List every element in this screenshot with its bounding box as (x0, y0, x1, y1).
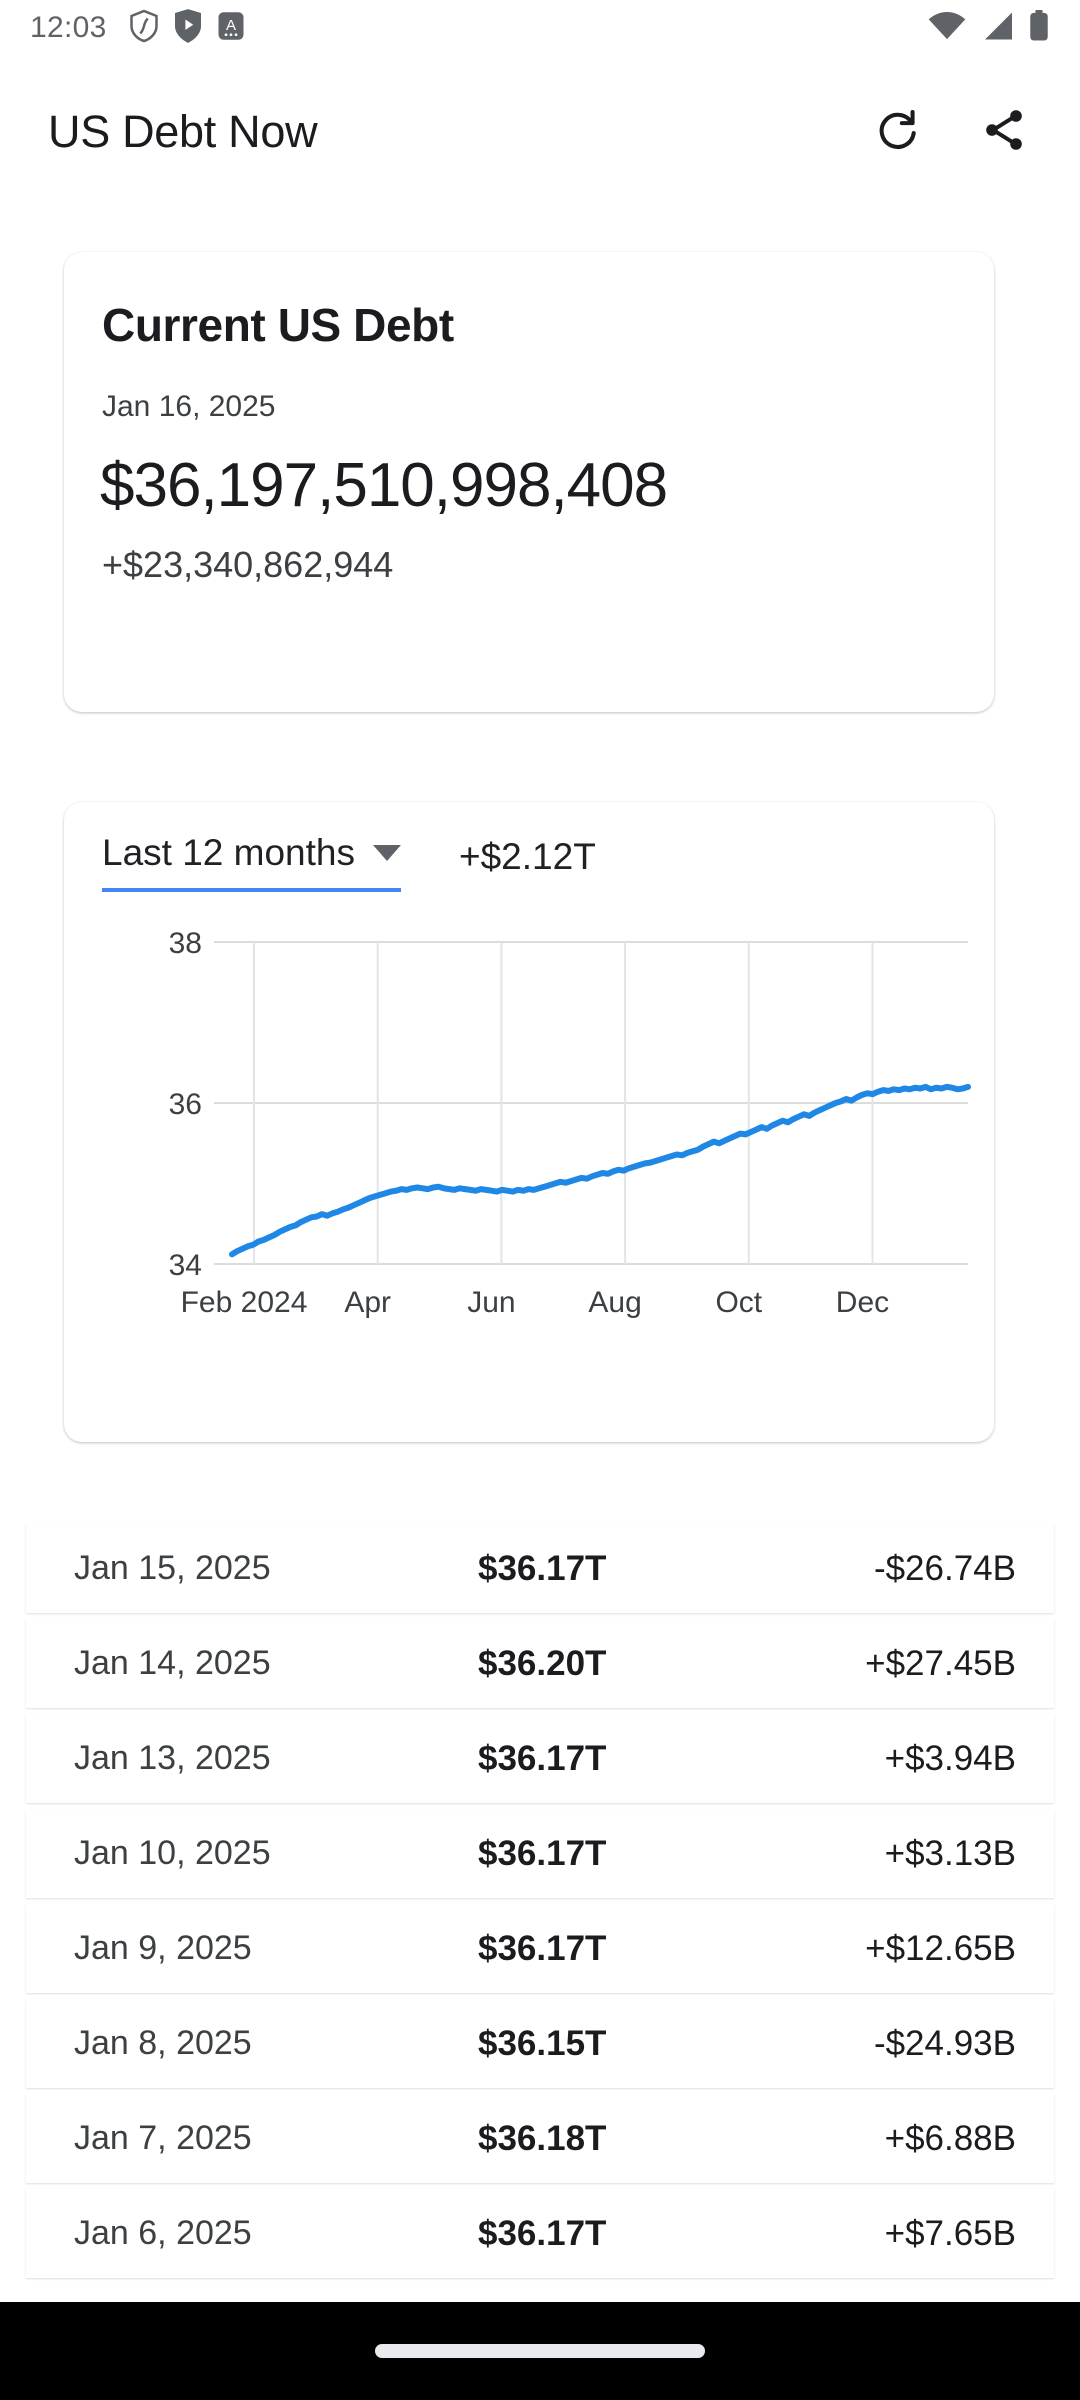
row-daily-change: +$7.65B (884, 2213, 1016, 2253)
row-daily-change: -$24.93B (873, 2023, 1016, 2063)
current-debt-change: +$23,340,862,944 (102, 544, 394, 585)
x-tick-label: Feb 2024 (181, 1286, 308, 1319)
wifi-icon (928, 11, 966, 46)
row-date: Jan 8, 2025 (74, 2024, 252, 2062)
debt-chart-card: Last 12 months +$2.12T 34 36 38 Feb 2024 Apr… (64, 802, 994, 1442)
y-tick-label: 38 (169, 927, 202, 960)
app-bar: US Debt Now (0, 78, 1080, 186)
media-play-icon (174, 8, 201, 48)
x-tick-label: Apr (344, 1286, 391, 1319)
row-debt-value: $36.17T (478, 1548, 607, 1588)
row-date: Jan 10, 2025 (74, 1834, 271, 1872)
status-bar-clock: 12:03 (30, 11, 107, 44)
time-range-label: Last 12 months (102, 832, 355, 873)
share-icon (980, 106, 1028, 159)
y-tick-label: 34 (169, 1249, 202, 1282)
daily-debt-list: Jan 15, 2025 $36.17T -$26.74B Jan 14, 2025 $… (0, 1524, 1080, 2284)
table-row[interactable]: Jan 8, 2025 $36.15T -$24.93B (26, 1999, 1054, 2088)
x-tick-label: Aug (588, 1286, 641, 1319)
table-row[interactable]: Jan 10, 2025 $36.17T +$3.13B (26, 1809, 1054, 1898)
range-delta-value: +$2.12T (459, 836, 596, 877)
status-bar-system-icons (928, 9, 1050, 47)
table-row[interactable]: Jan 6, 2025 $36.17T +$7.65B (26, 2189, 1054, 2278)
table-row[interactable]: Jan 15, 2025 $36.17T -$26.74B (26, 1524, 1054, 1613)
table-row[interactable]: Jan 13, 2025 $36.17T +$3.94B (26, 1714, 1054, 1803)
chevron-down-icon (372, 845, 401, 861)
cellular-signal-icon (980, 11, 1014, 46)
x-tick-label: Jun (467, 1286, 515, 1319)
x-tick-label: Dec (836, 1286, 889, 1319)
row-daily-change: +$12.65B (865, 1928, 1016, 1968)
row-debt-value: $36.15T (478, 2023, 607, 2063)
row-daily-change: +$6.88B (884, 2118, 1016, 2158)
system-navigation-bar (0, 2302, 1080, 2400)
page-title: US Debt Now (48, 106, 318, 157)
row-daily-change: +$3.94B (884, 1738, 1016, 1778)
status-bar-notification-icons: A (129, 8, 245, 48)
time-range-dropdown[interactable]: Last 12 months (102, 832, 401, 892)
row-date: Jan 15, 2025 (74, 1549, 271, 1587)
row-daily-change: -$26.74B (873, 1548, 1016, 1588)
app-screen: 12:03 A US Debt Now Current US Debt Jan … (0, 0, 1080, 2400)
status-bar: 12:03 A (0, 0, 1080, 56)
row-date: Jan 7, 2025 (74, 2119, 252, 2157)
row-debt-value: $36.20T (478, 1643, 607, 1683)
y-tick-label: 36 (169, 1088, 202, 1121)
row-date: Jan 6, 2025 (74, 2214, 252, 2252)
battery-icon (1028, 9, 1050, 47)
row-date: Jan 9, 2025 (74, 1929, 252, 1967)
row-debt-value: $36.17T (478, 2213, 607, 2253)
x-tick-label: Oct (715, 1286, 762, 1319)
chart-series-line (229, 1083, 971, 1258)
table-row[interactable]: Jan 9, 2025 $36.17T +$12.65B (26, 1904, 1054, 1993)
refresh-button[interactable] (870, 104, 926, 160)
shield-icon (129, 9, 159, 48)
debt-line-chart[interactable]: 34 36 38 Feb 2024 Apr Jun Aug Oct Dec (64, 924, 994, 1354)
row-debt-value: $36.17T (478, 1833, 607, 1873)
current-debt-card: Current US Debt Jan 16, 2025 $36,197,510… (64, 252, 994, 712)
svg-text:A: A (226, 16, 236, 33)
app-badge-icon: A (217, 11, 245, 46)
current-debt-amount: $36,197,510,998,408 (100, 451, 668, 520)
home-indicator[interactable] (375, 2344, 705, 2358)
row-date: Jan 14, 2025 (74, 1644, 271, 1682)
row-debt-value: $36.17T (478, 1928, 607, 1968)
current-debt-title: Current US Debt (102, 299, 454, 351)
row-date: Jan 13, 2025 (74, 1739, 271, 1777)
app-bar-actions (870, 104, 1032, 160)
refresh-icon (875, 107, 921, 158)
current-debt-date: Jan 16, 2025 (102, 390, 276, 423)
row-debt-value: $36.18T (478, 2118, 607, 2158)
share-button[interactable] (976, 104, 1032, 160)
table-row[interactable]: Jan 7, 2025 $36.18T +$6.88B (26, 2094, 1054, 2183)
table-row[interactable]: Jan 14, 2025 $36.20T +$27.45B (26, 1619, 1054, 1708)
row-daily-change: +$3.13B (884, 1833, 1016, 1873)
row-debt-value: $36.17T (478, 1738, 607, 1778)
row-daily-change: +$27.45B (865, 1643, 1016, 1683)
